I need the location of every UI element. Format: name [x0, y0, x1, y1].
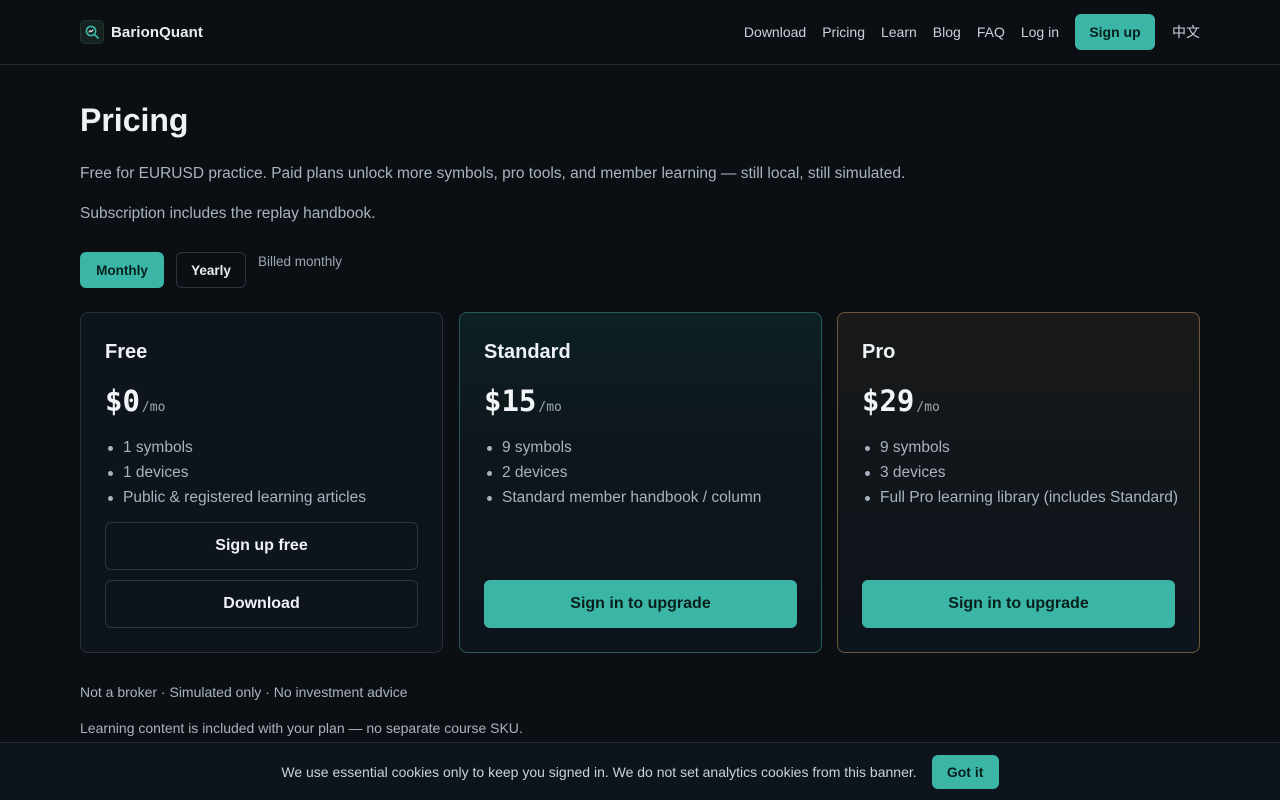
feature-list: 9 symbols 3 devices Full Pro learning li… [862, 435, 1182, 510]
feature-item: 2 devices [484, 460, 804, 485]
signup-free-button[interactable]: Sign up free [105, 522, 418, 570]
feature-item: 1 devices [105, 460, 425, 485]
price-value: $0 [105, 384, 140, 418]
plan-card-standard: Standard $15 /mo 9 symbols 2 devices Sta… [459, 312, 822, 653]
page-title: Pricing [80, 102, 189, 138]
feature-list: 1 symbols 1 devices Public & registered … [105, 435, 425, 510]
price-unit: /mo [916, 400, 940, 415]
plan-price: $29 /mo [862, 384, 940, 418]
feature-item: 9 symbols [484, 435, 804, 460]
feature-item: Public & registered learning articles [105, 485, 425, 510]
feature-item: Standard member handbook / column [484, 485, 804, 510]
nav-link-blog[interactable]: Blog [933, 24, 961, 40]
language-switch[interactable]: 中文 [1172, 22, 1200, 42]
brand-name: BarionQuant [111, 23, 203, 41]
plan-name: Pro [862, 341, 896, 363]
feature-list: 9 symbols 2 devices Standard member hand… [484, 435, 804, 510]
billing-monthly-button[interactable]: Monthly [80, 252, 164, 288]
plan-card-pro: Pro $29 /mo 9 symbols 3 devices Full Pro… [837, 312, 1200, 653]
billing-note: Billed monthly [258, 254, 343, 269]
feature-item: 9 symbols [862, 435, 1182, 460]
upgrade-pro-button[interactable]: Sign in to upgrade [862, 580, 1175, 628]
learning-note-text: Learning content is included with your p… [80, 720, 523, 736]
cookie-text: We use essential cookies only to keep yo… [281, 763, 917, 780]
signup-button[interactable]: Sign up [1075, 14, 1155, 50]
plan-card-free: Free $0 /mo 1 symbols 1 devices Public &… [80, 312, 443, 653]
search-chart-icon [80, 20, 104, 44]
cookie-banner: We use essential cookies only to keep yo… [0, 742, 1280, 800]
billing-toggle: Monthly Yearly Billed monthly [80, 252, 342, 288]
page-lead-secondary: Subscription includes the replay handboo… [80, 205, 376, 222]
price-unit: /mo [538, 400, 562, 415]
price-value: $15 [484, 384, 537, 418]
brand[interactable]: BarionQuant [80, 19, 203, 45]
feature-item: 3 devices [862, 460, 1182, 485]
nav-link-pricing[interactable]: Pricing [822, 24, 865, 40]
upgrade-standard-button[interactable]: Sign in to upgrade [484, 580, 797, 628]
disclaimer-text: Not a broker · Simulated only · No inves… [80, 684, 408, 700]
nav-link-faq[interactable]: FAQ [977, 24, 1005, 40]
plan-price: $0 /mo [105, 384, 165, 418]
download-button[interactable]: Download [105, 580, 418, 628]
top-navigation-bar: BarionQuant Download Pricing Learn Blog … [0, 0, 1280, 65]
page-lead: Free for EURUSD practice. Paid plans unl… [80, 165, 906, 182]
nav-link-download[interactable]: Download [744, 24, 806, 40]
nav-link-login[interactable]: Log in [1021, 24, 1059, 40]
nav-link-learn[interactable]: Learn [881, 24, 917, 40]
feature-item: 1 symbols [105, 435, 425, 460]
plan-name: Standard [484, 341, 571, 363]
billing-yearly-button[interactable]: Yearly [176, 252, 246, 288]
plan-price: $15 /mo [484, 384, 562, 418]
plan-name: Free [105, 341, 148, 363]
cookie-accept-button[interactable]: Got it [931, 754, 999, 789]
feature-item: Full Pro learning library (includes Stan… [862, 485, 1182, 510]
price-value: $29 [862, 384, 915, 418]
main-nav: Download Pricing Learn Blog FAQ Log in S… [744, 14, 1200, 50]
price-unit: /mo [141, 400, 166, 415]
